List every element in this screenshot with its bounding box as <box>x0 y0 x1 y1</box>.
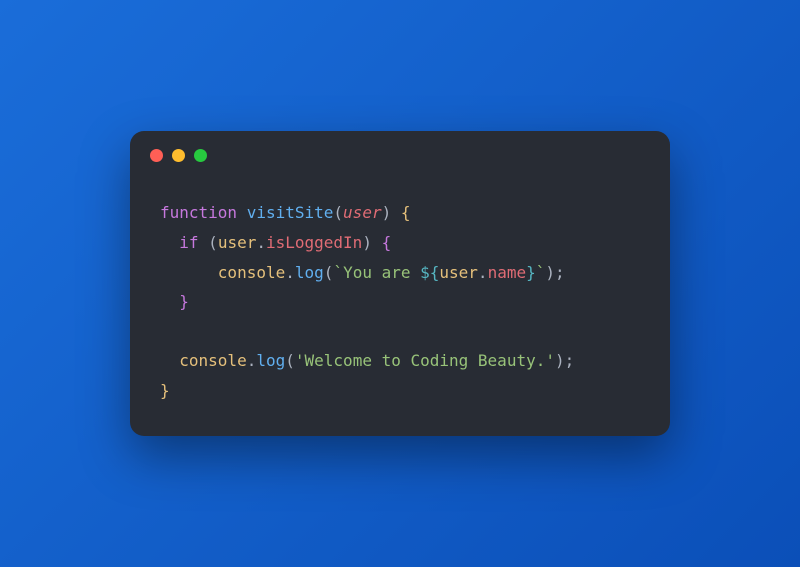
backtick: ` <box>536 263 546 282</box>
paren-open: ( <box>333 203 343 222</box>
minimize-icon[interactable] <box>172 149 185 162</box>
dot: . <box>256 233 266 252</box>
dot: . <box>478 263 488 282</box>
property: name <box>488 263 527 282</box>
paren-open: ( <box>324 263 334 282</box>
identifier: console <box>218 263 285 282</box>
template-close: } <box>526 263 536 282</box>
string-literal: 'Welcome to Coding Beauty.' <box>295 351 555 370</box>
space <box>199 233 209 252</box>
brace-open: { <box>401 203 411 222</box>
brace-close: } <box>160 381 170 400</box>
brace-open: { <box>382 233 392 252</box>
brace-close: } <box>179 292 189 311</box>
identifier: user <box>218 233 257 252</box>
method-log: log <box>295 263 324 282</box>
paren-open: ( <box>285 351 295 370</box>
function-name: visitSite <box>247 203 334 222</box>
space <box>237 203 247 222</box>
indent <box>160 233 179 252</box>
param-user: user <box>343 203 382 222</box>
code-block: function visitSite(user) { if (user.isLo… <box>130 170 670 405</box>
paren-close: ) <box>362 233 381 252</box>
indent <box>160 351 179 370</box>
keyword-if: if <box>179 233 198 252</box>
string-text: You are <box>343 263 420 282</box>
indent <box>160 263 218 282</box>
paren-close: ) <box>382 203 401 222</box>
dot: . <box>247 351 257 370</box>
identifier: console <box>179 351 246 370</box>
maximize-icon[interactable] <box>194 149 207 162</box>
keyword-function: function <box>160 203 237 222</box>
paren-close: ); <box>545 263 564 282</box>
dot: . <box>285 263 295 282</box>
backtick: ` <box>333 263 343 282</box>
indent <box>160 292 179 311</box>
code-window: function visitSite(user) { if (user.isLo… <box>130 131 670 435</box>
paren-open: ( <box>208 233 218 252</box>
method-log: log <box>256 351 285 370</box>
paren-close: ); <box>555 351 574 370</box>
identifier: user <box>439 263 478 282</box>
close-icon[interactable] <box>150 149 163 162</box>
property: isLoggedIn <box>266 233 362 252</box>
template-open: ${ <box>420 263 439 282</box>
window-titlebar <box>130 131 670 170</box>
